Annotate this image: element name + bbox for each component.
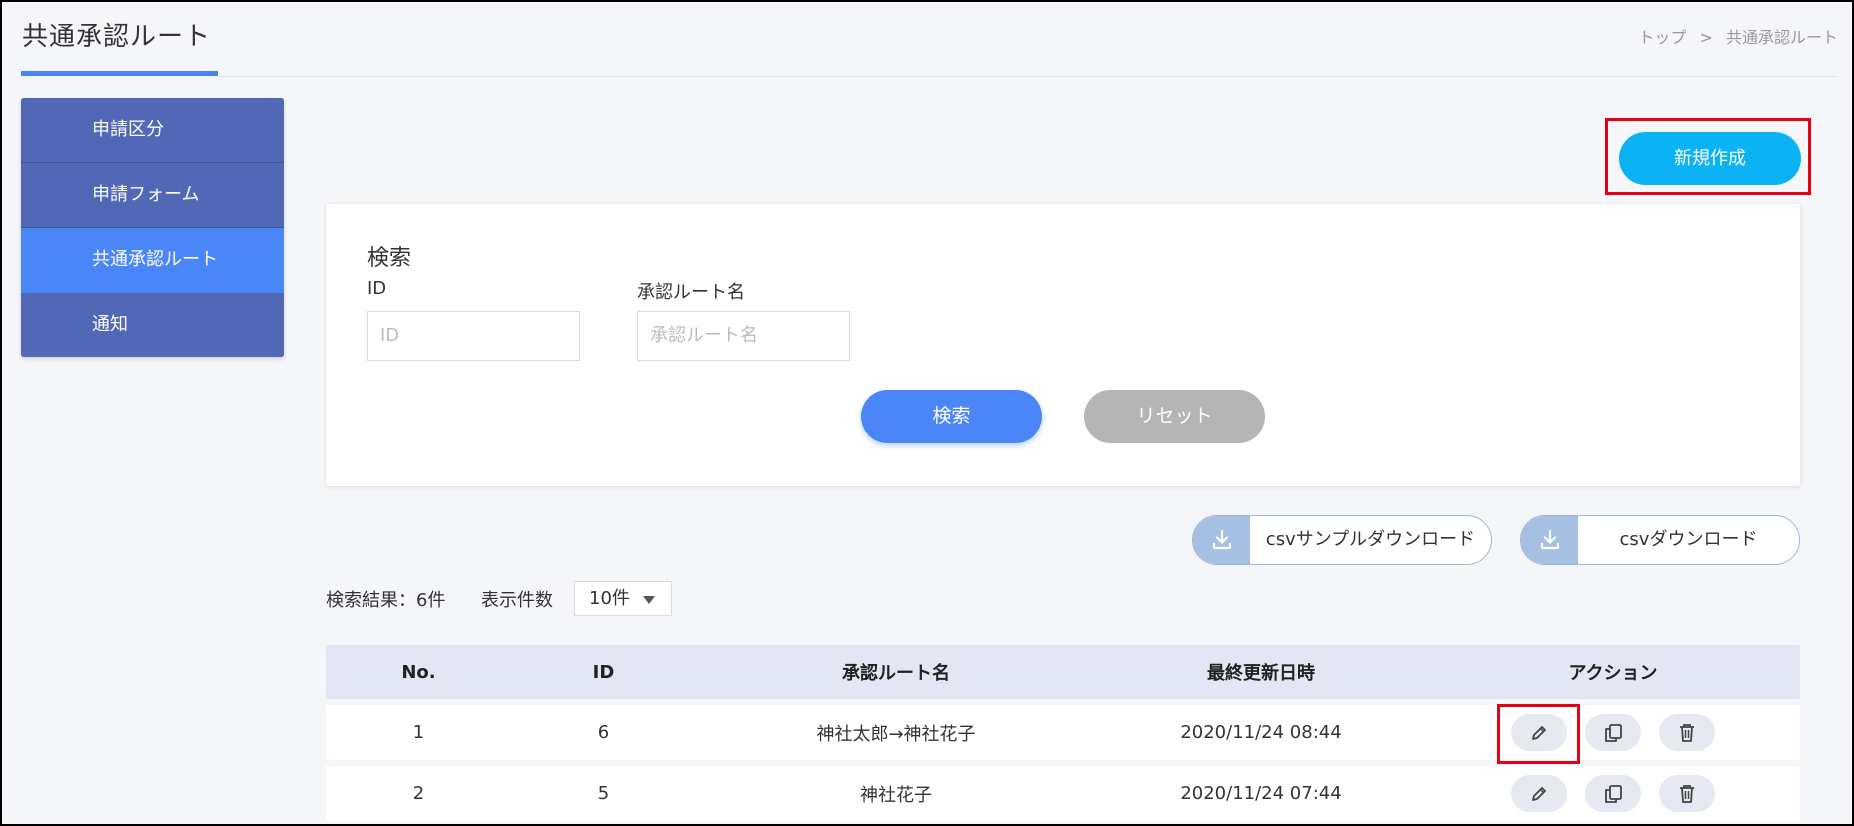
- cell-route-name: 神社太郎→神社花子: [816, 723, 976, 745]
- breadcrumb: トップ > 共通承認ルート: [1638, 24, 1838, 48]
- new-create-button[interactable]: 新規作成: [1619, 132, 1801, 185]
- app-frame: 共通承認ルート トップ > 共通承認ルート 申請区分 申請フォーム 共通承認ルー…: [0, 0, 1854, 826]
- header-divider: [218, 76, 1838, 77]
- trash-icon: [1680, 784, 1694, 803]
- route-name-input[interactable]: 承認ルート名: [637, 311, 850, 361]
- title-underline: [21, 71, 218, 76]
- table-header: No. ID 承認ルート名 最終更新日時 アクション: [326, 645, 1800, 699]
- csv-download-button[interactable]: csvダウンロード: [1520, 515, 1800, 565]
- breadcrumb-current: 共通承認ルート: [1725, 28, 1838, 47]
- cell-updated: 2020/11/24 07:44: [1180, 783, 1342, 804]
- per-page-label: 表示件数: [481, 590, 553, 611]
- header-no: No.: [401, 661, 436, 683]
- cell-no: 1: [412, 722, 425, 743]
- copy-icon: [1605, 723, 1622, 742]
- csv-sample-download-button[interactable]: csvサンプルダウンロード: [1192, 515, 1492, 565]
- route-name-label: 承認ルート名: [637, 282, 745, 303]
- search-button[interactable]: 検索: [861, 390, 1042, 443]
- cell-id: 6: [597, 722, 610, 743]
- search-heading: 検索: [367, 246, 412, 271]
- copy-button[interactable]: [1585, 714, 1641, 751]
- sidebar-item-application-form[interactable]: 申請フォーム: [21, 163, 284, 228]
- table-row: 1 6 神社太郎→神社花子 2020/11/24 08:44: [326, 704, 1800, 764]
- cell-updated: 2020/11/24 08:44: [1180, 722, 1342, 743]
- download-icon: [1193, 516, 1250, 564]
- breadcrumb-top-link[interactable]: トップ: [1638, 28, 1686, 47]
- breadcrumb-separator: >: [1699, 28, 1713, 47]
- cell-no: 2: [412, 783, 425, 804]
- table-row: 2 5 神社花子 2020/11/24 07:44: [326, 766, 1800, 821]
- page-title: 共通承認ルート: [22, 22, 212, 52]
- cell-actions: [1426, 775, 1800, 812]
- delete-button[interactable]: [1659, 714, 1715, 751]
- sidebar: 申請区分 申請フォーム 共通承認ルート 通知: [21, 98, 284, 357]
- download-icon: [1521, 516, 1578, 564]
- copy-icon: [1605, 784, 1622, 803]
- id-input[interactable]: ID: [367, 311, 580, 361]
- cell-actions: [1426, 704, 1800, 764]
- header-action: アクション: [1568, 663, 1658, 684]
- header-updated: 最終更新日時: [1207, 663, 1315, 684]
- edit-button-highlight: [1497, 704, 1580, 764]
- sidebar-item-notification[interactable]: 通知: [21, 293, 284, 357]
- cell-id: 5: [597, 783, 610, 804]
- id-label: ID: [367, 278, 387, 299]
- delete-button[interactable]: [1659, 775, 1715, 812]
- trash-icon: [1680, 723, 1694, 742]
- pencil-icon: [1532, 786, 1546, 801]
- header-route-name: 承認ルート名: [842, 663, 950, 684]
- reset-button[interactable]: リセット: [1084, 390, 1265, 443]
- csv-download-label: csvダウンロード: [1619, 529, 1758, 550]
- sidebar-item-common-approval-route[interactable]: 共通承認ルート: [21, 228, 284, 293]
- per-page-select[interactable]: 10件: [574, 581, 672, 616]
- per-page-value: 10件: [589, 588, 630, 609]
- sidebar-item-application-category[interactable]: 申請区分: [21, 98, 284, 163]
- cell-route-name: 神社花子: [860, 784, 932, 806]
- results-table: No. ID 承認ルート名 最終更新日時 アクション 1 6 神社太郎→神社花子…: [326, 645, 1800, 821]
- result-count: 検索結果：6件: [326, 590, 446, 611]
- header-id: ID: [592, 661, 615, 683]
- copy-button[interactable]: [1585, 775, 1641, 812]
- edit-button[interactable]: [1497, 704, 1580, 764]
- caret-down-icon: [643, 596, 655, 604]
- search-panel: 検索 ID ID 承認ルート名 承認ルート名 検索 リセット: [326, 204, 1800, 486]
- edit-button[interactable]: [1511, 775, 1567, 812]
- csv-sample-download-label: csvサンプルダウンロード: [1265, 529, 1476, 550]
